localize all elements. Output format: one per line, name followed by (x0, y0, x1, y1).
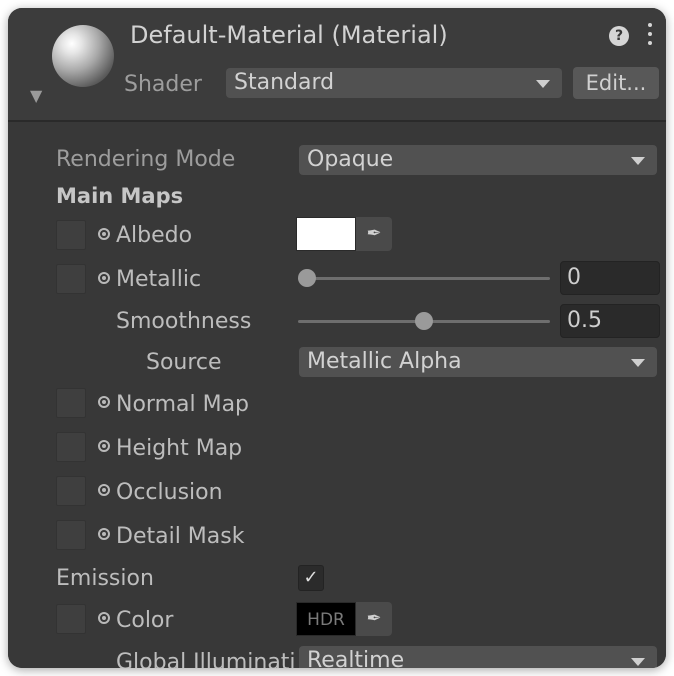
shader-label: Shader (124, 72, 202, 97)
object-picker-icon[interactable] (98, 272, 110, 284)
metallic-slider-knob[interactable] (298, 269, 316, 287)
normal-map-label: Normal Map (116, 392, 250, 417)
foldout-arrow-icon[interactable]: ▼ (30, 86, 42, 105)
smoothness-value-field[interactable]: 0.5 (560, 304, 660, 338)
chevron-down-icon (536, 80, 550, 88)
main-maps-heading: Main Maps (56, 184, 184, 208)
metallic-slider-track[interactable] (298, 277, 550, 280)
object-picker-icon[interactable] (98, 484, 110, 496)
material-header: ▼ Default-Material (Material) ? Shader S… (8, 8, 666, 120)
albedo-texture-slot[interactable] (56, 220, 86, 250)
metallic-texture-slot[interactable] (56, 264, 86, 294)
occlusion-label: Occlusion (116, 480, 223, 505)
shader-dropdown[interactable]: Standard (226, 68, 562, 98)
object-picker-icon[interactable] (98, 612, 110, 624)
object-picker-icon[interactable] (98, 228, 110, 240)
detail-mask-label: Detail Mask (116, 524, 245, 549)
chevron-down-icon (631, 157, 645, 165)
rendering-mode-dropdown[interactable]: Opaque (299, 145, 657, 175)
rendering-mode-value: Opaque (307, 147, 394, 172)
object-picker-icon[interactable] (98, 396, 110, 408)
object-picker-icon[interactable] (98, 528, 110, 540)
smoothness-slider-knob[interactable] (415, 312, 433, 330)
emission-hdr-swatch[interactable]: HDR (296, 602, 356, 636)
material-title: Default-Material (Material) (130, 21, 448, 49)
albedo-color-swatch[interactable] (296, 217, 356, 251)
help-icon[interactable]: ? (609, 26, 629, 46)
eyedropper-icon[interactable]: ✒ (356, 217, 392, 251)
albedo-label: Albedo (116, 223, 193, 248)
eyedropper-icon[interactable]: ✒ (356, 602, 392, 636)
emission-checkbox[interactable]: ✓ (298, 565, 324, 591)
chevron-down-icon (631, 658, 645, 666)
source-value: Metallic Alpha (307, 349, 462, 374)
chevron-down-icon (631, 359, 645, 367)
global-illumination-label: Global Illuminati (116, 650, 294, 668)
more-vertical-icon[interactable] (646, 23, 654, 49)
properties-panel: Rendering Mode Opaque Main Maps Albedo ✒… (8, 122, 666, 668)
inspector-window: ▼ Default-Material (Material) ? Shader S… (8, 8, 666, 668)
smoothness-label: Smoothness (116, 309, 252, 334)
normal-map-texture-slot[interactable] (56, 388, 86, 418)
emission-label: Emission (56, 566, 154, 591)
metallic-value-field[interactable]: 0 (560, 261, 660, 295)
occlusion-texture-slot[interactable] (56, 476, 86, 506)
global-illumination-value: Realtime (307, 648, 405, 668)
height-map-texture-slot[interactable] (56, 432, 86, 462)
detail-mask-texture-slot[interactable] (56, 520, 86, 550)
material-preview-sphere (52, 25, 114, 87)
emission-color-label: Color (116, 608, 174, 633)
source-dropdown[interactable]: Metallic Alpha (299, 347, 657, 377)
emission-texture-slot[interactable] (56, 604, 86, 634)
rendering-mode-label: Rendering Mode (56, 147, 236, 172)
shader-value: Standard (234, 70, 335, 95)
metallic-label: Metallic (116, 267, 202, 292)
height-map-label: Height Map (116, 436, 243, 461)
edit-shader-button[interactable]: Edit... (573, 67, 659, 99)
source-label: Source (146, 350, 222, 375)
object-picker-icon[interactable] (98, 440, 110, 452)
global-illumination-dropdown[interactable]: Realtime (299, 646, 657, 668)
